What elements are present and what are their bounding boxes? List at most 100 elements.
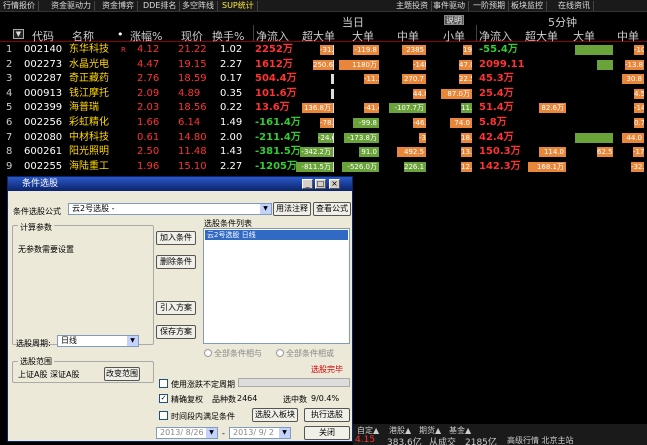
turnover: 1.02 [220,44,243,55]
col-name[interactable]: 名称 [72,28,94,44]
formula-select[interactable]: 云2号选股 - ▼ [68,203,272,215]
condition-item[interactable]: 云2号选股 日线 [205,230,348,240]
maximize-icon[interactable]: □ [315,179,326,189]
table-row[interactable]: 6 002256 彩虹精化 1.66 6.14 1.49 -161.4万 5.8万 -78.8万… [0,116,647,130]
table-row[interactable]: 3 002287 奇正藏药 2.76 18.59 0.17 504.4万 45.3万 -11. 2… [0,72,647,86]
flow-bar: 168.1万 [528,161,566,172]
col-medium[interactable]: 中单 [397,28,419,44]
flow-bar: -342.2万 [300,147,333,158]
flow-bar: -31.2万 [320,45,333,55]
price: 19.15 [178,58,207,70]
chevron-down-icon[interactable]: ▼ [260,204,271,214]
close-icon[interactable]: × [329,179,340,189]
precise-restore-checkbox[interactable]: ✓ [159,394,168,403]
status-link[interactable]: 高级行情 北京主站 [507,435,574,445]
close-button[interactable]: 关闭 [304,426,350,440]
stock-code: 002080 [24,131,63,143]
table-row[interactable]: 8 600261 阳光照明 2.50 11.48 1.43 -381.5万 150.3万 -34… [0,145,647,159]
tab-sector-monitor[interactable]: 板块监控 [508,1,547,11]
no-params-text: 无参数需要设置 [18,245,74,254]
stock-code: 000913 [24,87,63,99]
select-all-icon[interactable]: ▼ [13,29,24,39]
execute-button[interactable]: 执行选股 [304,408,350,422]
params-group [12,225,154,345]
tab-dde-rank[interactable]: DDE排名 [140,1,181,11]
stock-name: 海陆重工 [69,160,109,172]
flow-bar: -811.5万 [296,161,333,172]
col-large[interactable]: 大单 [352,28,374,44]
bar-divider [331,88,334,99]
col-price[interactable]: 现价 [181,28,203,44]
scope-value: 上证A股 深证A股 [18,370,80,379]
col-net-inflow[interactable]: 净流入 [256,28,289,44]
flow-bar: 1180万 [339,59,379,70]
flow-bar: -13.8万 [625,59,644,70]
tab-expectation[interactable]: 一阶预期 [470,1,509,11]
tab-online-news[interactable]: 在线资讯 [555,1,594,11]
row-index: 8 [6,146,13,158]
stock-name: 中材科技 [69,131,109,143]
table-header: 当日 说明 5分钟 ▼ 代码 名称 • 涨幅% 现价 换手% 净流入 超大单 大… [0,12,647,44]
flow-bar: 13.0万 [461,147,472,158]
date-from-field[interactable]: 2013/ 8/26 ▼ [156,427,218,439]
view-formula-button[interactable]: 查看公式 [313,202,351,216]
explain-button[interactable]: 说明 [444,15,464,25]
table-row[interactable]: 4 000913 钱江摩托 2.09 4.89 0.35 101.6万 25.4万 44.8万 8… [0,87,647,101]
add-condition-button[interactable]: 加入条件 [156,231,196,245]
save-plan-button[interactable]: 保存方案 [156,325,196,339]
col-code[interactable]: 代码 [32,28,54,44]
period-value: 日线 [61,336,77,345]
col-large-5m[interactable]: 大单 [573,28,595,44]
col-super-large[interactable]: 超大单 [302,28,335,44]
tab-long-short[interactable]: 多空阵线 [179,1,218,11]
table-row[interactable]: 1 002140 东华科技 R 4.12 21.22 1.02 2252万 -55.4万 -31.… [0,43,647,57]
net-inflow: -211.4万 [255,131,301,143]
stock-screener-dialog: 条件选股 _ □ × 条件选股公式 云2号选股 - ▼ 用法注释 查看公式 计算… [7,176,353,442]
time-range-checkbox[interactable] [159,411,168,420]
use-adjust-checkbox[interactable] [159,379,168,388]
delete-condition-button[interactable]: 删除条件 [156,255,196,269]
annotation-button[interactable]: 用法注释 [273,202,311,216]
period-select[interactable]: 日线 ▼ [57,335,139,347]
radio-all-and[interactable] [204,349,212,357]
price: 18.59 [178,73,207,85]
import-plan-button[interactable]: 引入方案 [156,301,196,315]
chevron-down-icon[interactable]: ▼ [127,336,138,346]
col-net-inflow-5m[interactable]: 净流入 [479,28,512,44]
tab-fund-drive[interactable]: 资金驱动力 [48,1,95,11]
stock-name: 彩虹精化 [69,117,109,128]
col-small[interactable]: 小单 [443,28,465,44]
col-change[interactable]: 涨幅% [130,28,162,44]
done-text: 选股完毕 [311,365,343,374]
col-turnover[interactable]: 换手% [212,28,244,44]
tab-sup-stats[interactable]: SUP统计 [219,1,258,11]
col-super-large-5m[interactable]: 超大单 [525,28,558,44]
table-row[interactable]: 2 002273 水晶光电 4.47 19.15 2.27 1612万 2099.11 250.… [0,58,647,72]
scope-label: 选股范围 [18,356,54,367]
app-window: 行情报价 资金驱动力 资金博弈 DDE排名 多空阵线 SUP统计 主题投资 事件… [0,0,647,445]
net-inflow-5m: 45.3万 [479,73,514,85]
change-pct: 4.12 [137,44,160,55]
radio-all-or[interactable] [276,349,284,357]
chevron-down-icon[interactable]: ▼ [206,428,217,438]
col-medium-5m[interactable]: 中单 [617,28,639,44]
date-to-field[interactable]: 2013/ 9/ 2 ▼ [229,427,291,439]
table-row[interactable]: 5 002399 海普瑞 2.03 18.56 0.22 13.6万 51.4万 136.8万 -… [0,101,647,115]
change-scope-button[interactable]: 改变范围 [104,367,140,381]
tab-quotes[interactable]: 行情报价 [0,1,39,11]
table-row[interactable]: 9 002255 海陆重工 1.96 15.10 2.27 -1205万 142.3万 -811… [0,160,647,174]
flow-bar: -10.6万 [634,45,644,55]
flow-bar: 12.8万 [461,161,472,172]
tab-fund-game[interactable]: 资金博弈 [99,1,138,11]
minimize-icon[interactable]: _ [302,179,313,189]
tab-theme-invest[interactable]: 主题投资 [393,1,432,11]
select-to-block-button[interactable]: 选股入板块 [252,408,298,422]
condition-list[interactable]: 云2号选股 日线 [203,228,350,344]
price: 4.89 [178,87,201,99]
net-inflow: -161.4万 [255,117,301,128]
table-row[interactable]: 7 002080 中材科技 0.61 14.80 2.00 -211.4万 42.4万 -24.… [0,131,647,145]
chevron-down-icon[interactable]: ▼ [279,428,290,438]
turnover: 1.49 [220,117,243,128]
flow-bar: -17.9万 [633,147,644,158]
tab-event-driven[interactable]: 事件驱动 [430,1,469,11]
